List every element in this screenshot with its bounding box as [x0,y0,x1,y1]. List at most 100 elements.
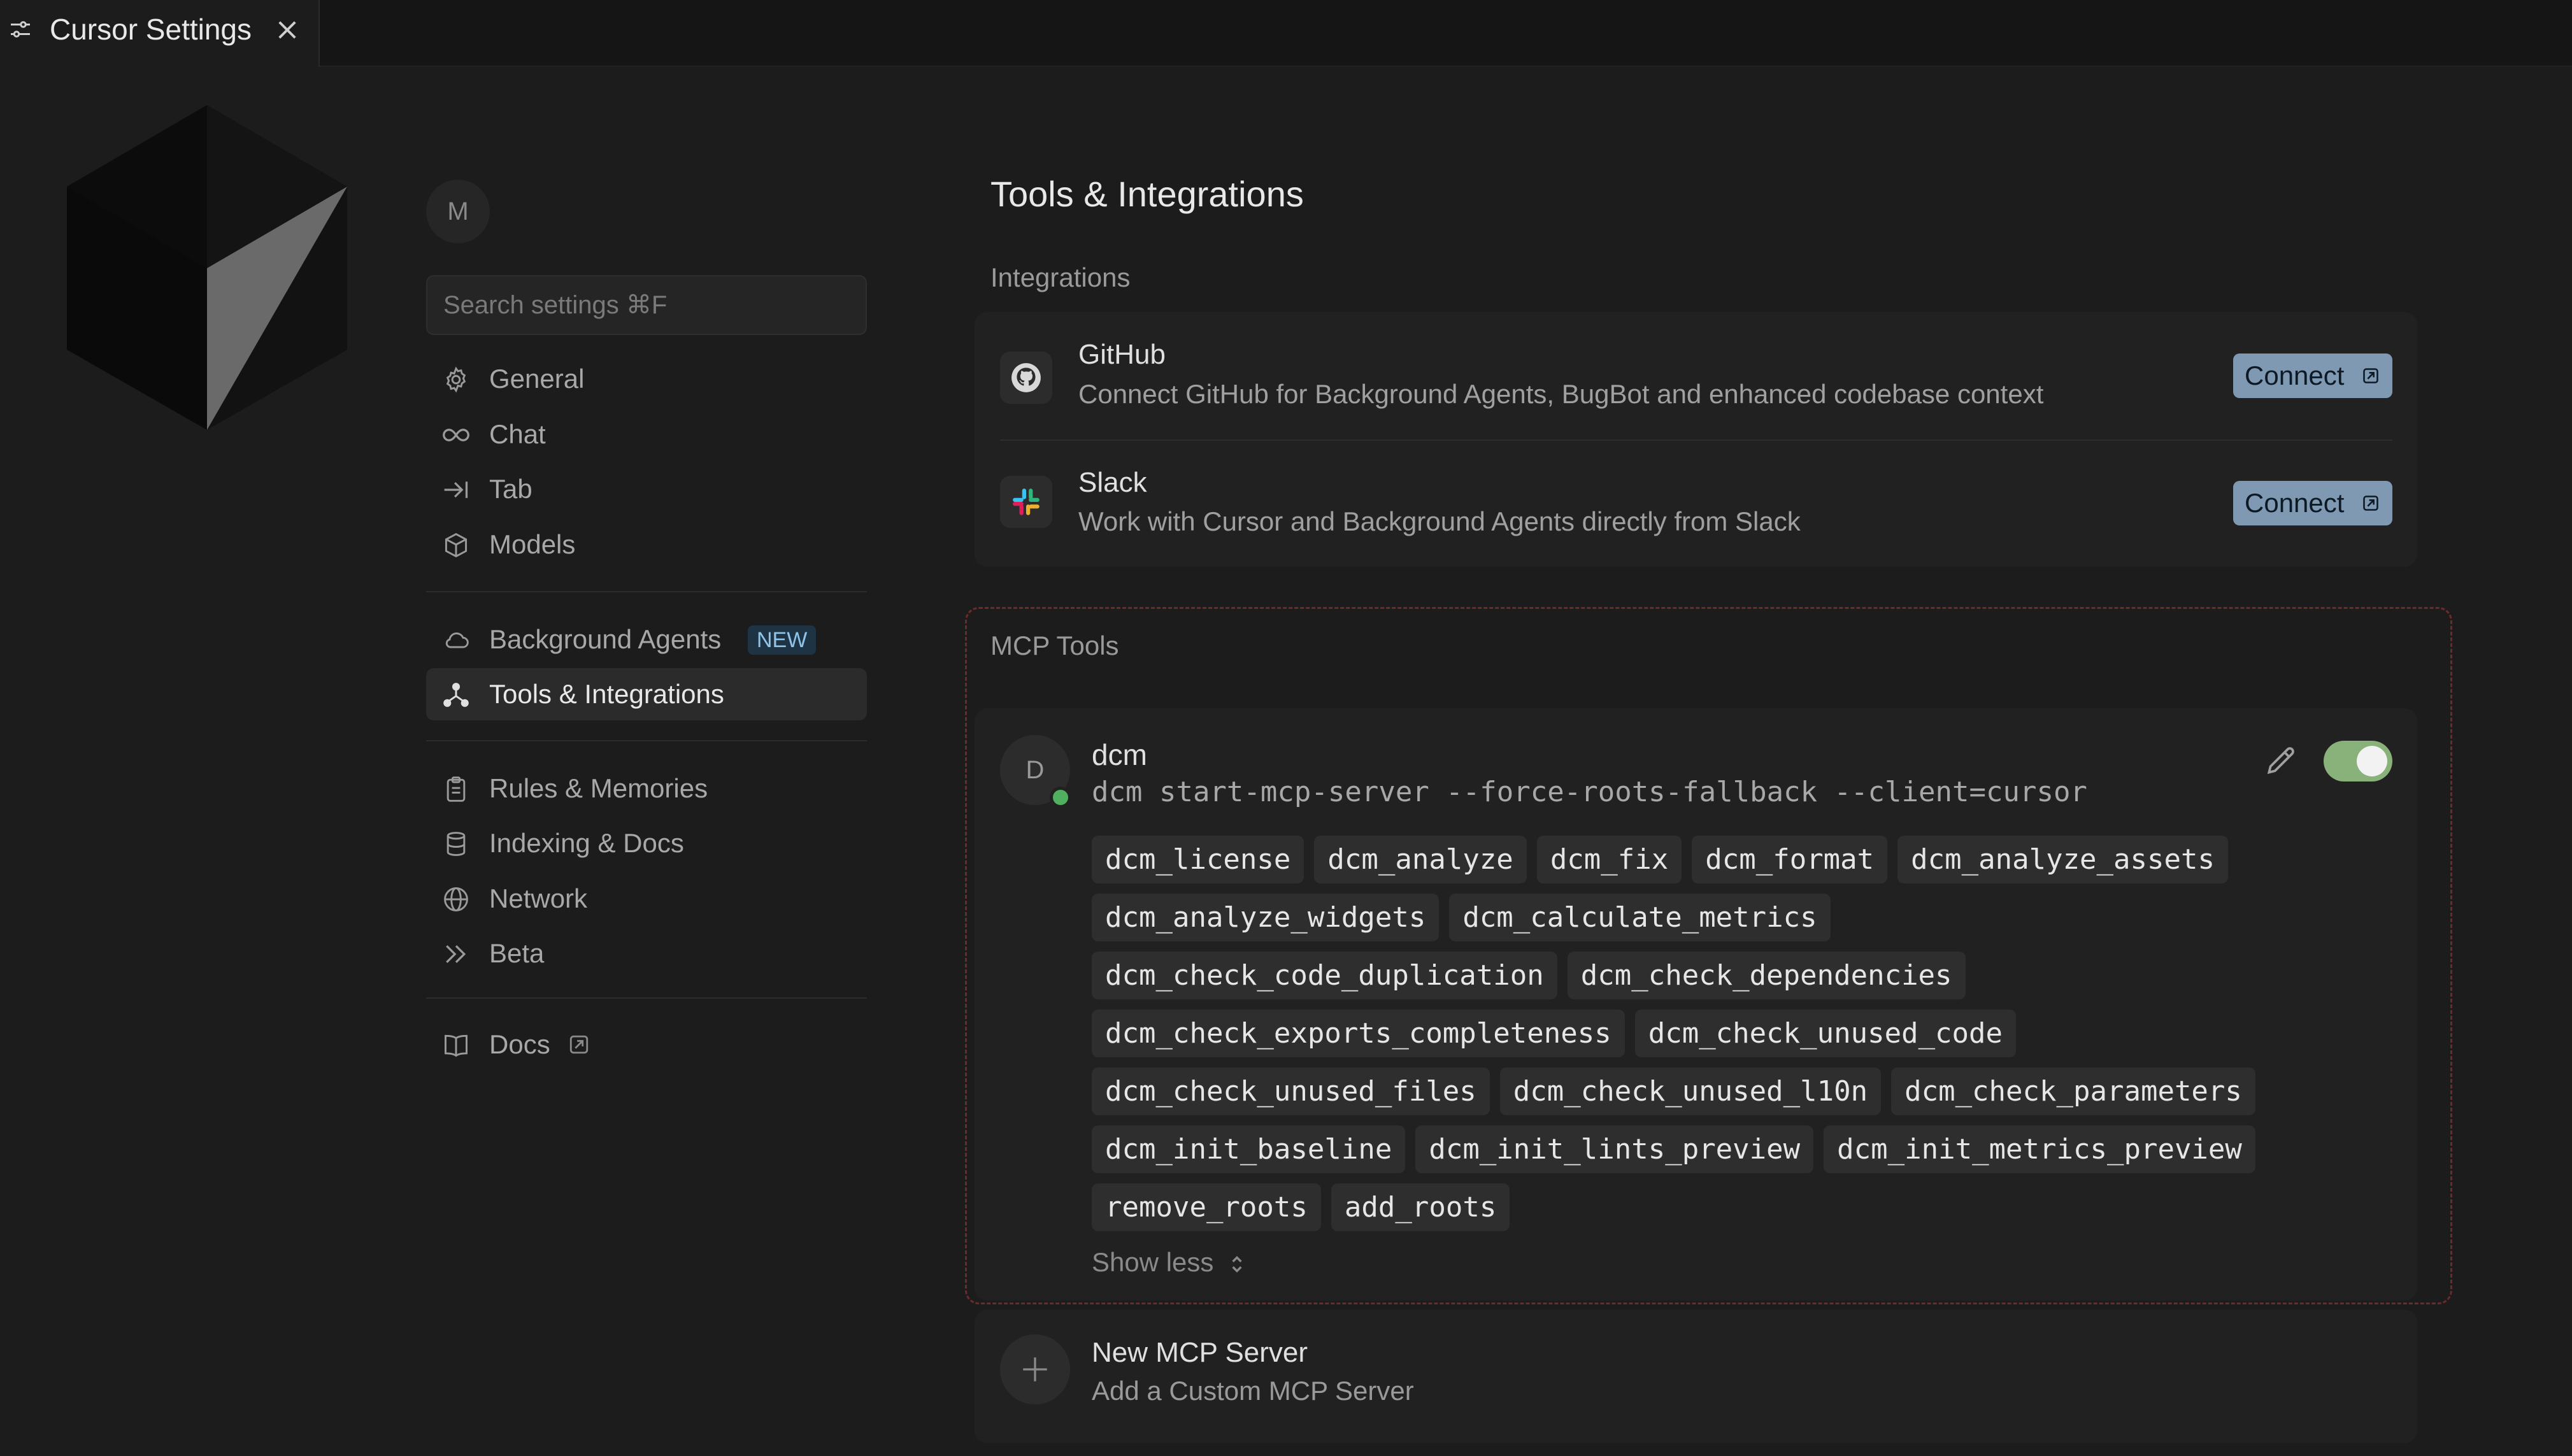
sidebar-item-tools-integrations[interactable]: Tools & Integrations [426,668,867,720]
book-icon [445,1034,468,1057]
toggle-knob [2357,746,2387,776]
tool-chip: dcm_check_unused_code [1634,1010,2017,1057]
sidebar-divider [426,740,867,741]
tool-chip: remove_roots [1092,1183,1321,1231]
add-server-button[interactable] [1000,1334,1070,1404]
sidebar-item-beta[interactable]: Beta [426,927,867,980]
double-chevron-right-icon [446,945,466,964]
tool-chip: dcm_check_parameters [1891,1067,2255,1115]
tool-row: dcm_analyze_widgets dcm_calculate_metric… [1092,894,2391,941]
tool-chip: dcm_check_unused_files [1092,1067,1490,1115]
slack-description: Work with Cursor and Background Agents d… [1078,506,1801,536]
integrations-divider [1000,439,2392,441]
new-badge: NEW [748,625,817,655]
page-title: Tools & Integrations [990,174,1304,214]
external-link-icon [2363,496,2378,511]
new-mcp-server-subtitle: Add a Custom MCP Server [1092,1376,1414,1406]
sidebar-item-models[interactable]: Models [426,518,867,571]
tab-bar: Cursor Settings [0,0,2572,67]
github-description: Connect GitHub for Background Agents, Bu… [1078,379,2044,409]
github-connect-button[interactable]: Connect [2233,353,2392,398]
tool-chip: dcm_analyze_widgets [1092,894,1440,941]
sidebar-item-label: Indexing & Docs [489,828,684,858]
cloud-icon [445,632,469,648]
sidebar-item-label: Network [489,883,588,913]
slack-title: Slack [1078,467,1147,498]
status-online-indicator [1050,787,1071,808]
tool-chip: dcm_analyze_assets [1897,836,2228,883]
chevron-up-down-icon [1232,1255,1242,1273]
tool-chip: dcm_license [1092,836,1304,883]
tool-chip: dcm_calculate_metrics [1449,894,1831,941]
cube-icon [445,532,468,558]
tool-chip: dcm_check_exports_completeness [1092,1010,1625,1057]
sliders-icon [11,21,30,38]
new-mcp-server-title: New MCP Server [1092,1337,1308,1368]
search-input[interactable]: Search settings ⌘F [426,275,867,335]
tool-chip: dcm_check_unused_l10n [1499,1067,1882,1115]
sidebar-item-label: Tab [489,474,532,504]
github-title: GitHub [1078,339,1166,370]
sidebar-item-docs[interactable]: Docs [426,1018,867,1071]
sidebar-divider [426,591,867,592]
sidebar-item-tab[interactable]: Tab [426,463,867,515]
server-name: dcm [1092,738,1147,771]
sidebar-item-label: Chat [489,419,546,449]
tool-chip: dcm_check_dependencies [1567,952,1966,999]
sidebar-item-label: Docs [489,1029,550,1059]
tool-row: dcm_check_exports_completeness dcm_check… [1092,1010,2391,1057]
sidebar-item-label: Background Agents [489,624,722,654]
sidebar-item-rules-memories[interactable]: Rules & Memories [426,762,867,815]
tab-cursor-settings[interactable]: Cursor Settings [0,0,320,67]
sidebar-item-label: Models [489,529,576,559]
tool-chip: dcm_format [1692,836,1888,883]
clipboard-icon [447,776,466,802]
mcp-tools-label: MCP Tools [990,631,1119,660]
pencil-icon[interactable] [2263,743,2299,778]
github-icon [1000,352,1052,404]
tool-chip: dcm_fix [1536,836,1682,883]
tool-row: dcm_check_code_duplication dcm_check_dep… [1092,952,2391,999]
show-less-label: Show less [1092,1247,1214,1277]
connect-label: Connect [2245,488,2345,518]
show-less-button[interactable]: Show less [1092,1247,1245,1278]
tool-row: dcm_check_unused_files dcm_check_unused_… [1092,1067,2391,1115]
external-link-icon [569,1035,589,1054]
gear-icon [446,366,466,393]
arrow-right-to-bar-icon [444,482,468,498]
tool-chip: dcm_init_metrics_preview [1824,1125,2255,1173]
sidebar-item-chat[interactable]: Chat [426,408,867,460]
sidebar-item-label: General [489,364,585,394]
sidebar-item-label: Rules & Memories [489,773,708,803]
tool-chip: dcm_analyze [1314,836,1527,883]
database-icon [447,832,466,856]
external-link-icon [2363,368,2378,383]
integrations-label: Integrations [990,262,1131,292]
tool-row: dcm_init_baseline dcm_init_lints_preview… [1092,1125,2391,1173]
close-icon[interactable] [274,17,301,43]
tool-row: remove_roots add_roots [1092,1183,2391,1231]
cursor-logo [67,105,347,430]
tool-chip: dcm_init_lints_preview [1415,1125,1814,1173]
slack-connect-button[interactable]: Connect [2233,481,2392,525]
tool-row: dcm_license dcm_analyze dcm_fix dcm_form… [1092,836,2391,883]
server-enabled-toggle[interactable] [2324,741,2392,782]
server-command: dcm start-mcp-server --force-roots-fallb… [1092,776,2087,808]
sidebar-item-background-agents[interactable]: Background Agents NEW [426,613,867,666]
tab-title: Cursor Settings [50,13,252,46]
avatar[interactable]: M [426,180,490,243]
sidebar-item-network[interactable]: Network [426,873,867,925]
tools-network-icon [443,683,469,707]
sidebar-item-indexing-docs[interactable]: Indexing & Docs [426,817,867,869]
tool-list: dcm_license dcm_analyze dcm_fix dcm_form… [1092,836,2391,1241]
tool-chip: add_roots [1331,1183,1510,1231]
tool-chip: dcm_check_code_duplication [1092,952,1557,999]
globe-icon [444,887,468,911]
sidebar-item-general[interactable]: General [426,353,867,405]
connect-label: Connect [2245,360,2345,390]
plus-icon [1023,1357,1047,1381]
tool-chip: dcm_init_baseline [1092,1125,1406,1173]
infinity-icon [443,429,469,441]
sidebar-item-label: Tools & Integrations [489,679,724,709]
sidebar-item-label: Beta [489,938,545,968]
